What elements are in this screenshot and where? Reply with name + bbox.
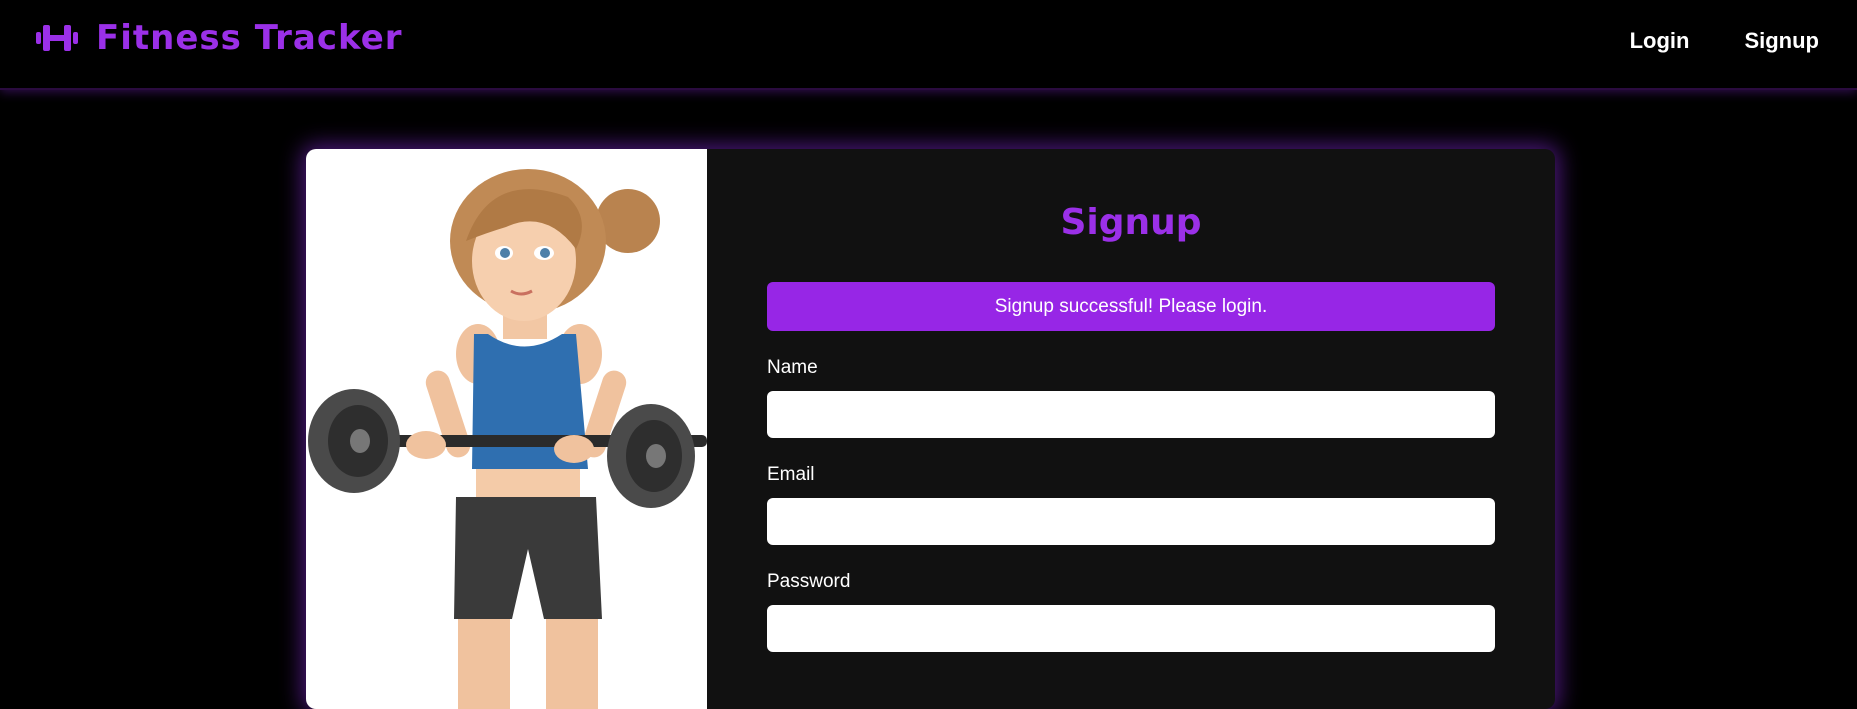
password-label: Password	[767, 571, 851, 592]
nav-signup-link[interactable]: Signup	[1744, 28, 1819, 54]
name-label: Name	[767, 357, 818, 378]
woman-lifting-barbell-image	[308, 169, 707, 709]
brand[interactable]: Fitness Tracker	[36, 18, 403, 58]
email-label: Email	[767, 464, 815, 485]
password-input[interactable]	[767, 605, 1495, 652]
top-navbar: Fitness Tracker Login Signup	[0, 0, 1857, 90]
nav-links: Login Signup	[1630, 28, 1819, 54]
dumbbell-icon	[36, 22, 78, 54]
success-alert: Signup successful! Please login.	[767, 282, 1495, 331]
brand-title: Fitness Tracker	[96, 18, 403, 58]
form-title: Signup	[1060, 202, 1202, 243]
nav-login-link[interactable]: Login	[1630, 28, 1690, 54]
fitness-illustration	[306, 149, 707, 709]
signup-form: Signup Signup successful! Please login. …	[707, 149, 1555, 709]
name-input[interactable]	[767, 391, 1495, 438]
email-input[interactable]	[767, 498, 1495, 545]
signup-card: Signup Signup successful! Please login. …	[306, 149, 1555, 709]
